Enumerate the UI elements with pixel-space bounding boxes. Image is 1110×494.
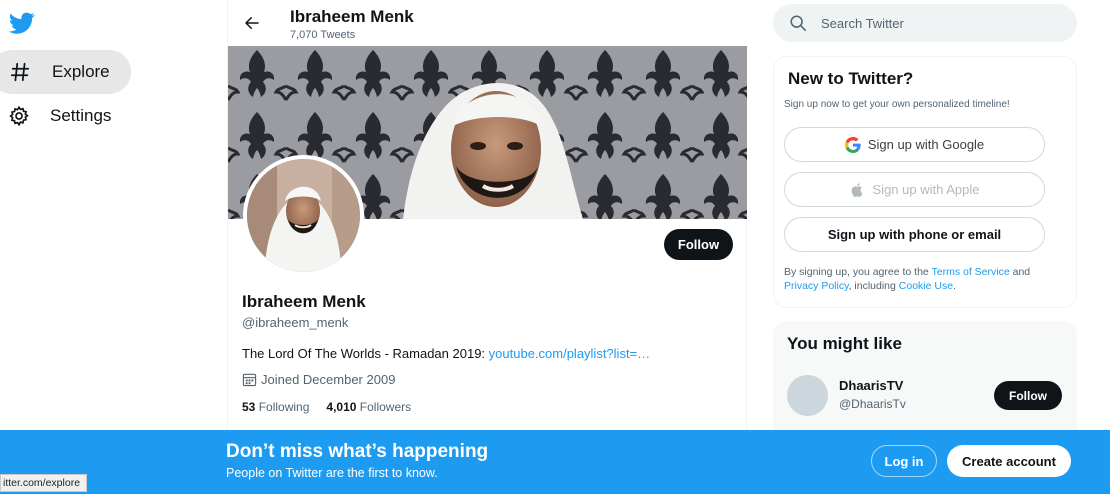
cookie-use-link[interactable]: Cookie Use: [899, 280, 953, 292]
bottom-bar-title: Don’t miss what’s happening: [226, 441, 489, 462]
following-link[interactable]: 53 Following: [242, 400, 309, 414]
terms-of-service-link[interactable]: Terms of Service: [932, 266, 1010, 278]
profile-handle: @ibraheem_menk: [242, 315, 349, 330]
bottom-bar-subtitle: People on Twitter are the first to know.: [226, 466, 438, 480]
profile-name: Ibraheem Menk: [242, 292, 366, 311]
card-title: You might like: [787, 334, 902, 353]
signup-phone-button[interactable]: Sign up with phone or email: [784, 217, 1045, 252]
suggestion-name[interactable]: DhaarisTV: [839, 378, 903, 393]
signup-apple-button[interactable]: Sign up with Apple: [784, 172, 1045, 207]
profile-bio: The Lord Of The Worlds - Ramadan 2019: y…: [242, 346, 650, 361]
followers-label: Followers: [359, 400, 412, 414]
terms-text: , including: [848, 280, 899, 292]
avatar[interactable]: [787, 375, 828, 416]
joined-date: Joined December 2009: [242, 372, 395, 387]
nav-item-explore[interactable]: Explore: [0, 50, 131, 94]
following-label: Following: [258, 400, 310, 414]
signup-apple-label: Sign up with Apple: [872, 182, 980, 197]
browser-status-url: itter.com/explore: [0, 474, 88, 492]
bio-link[interactable]: youtube.com/playlist?list=…: [489, 346, 651, 361]
following-count: 53: [242, 400, 256, 414]
google-icon: [844, 136, 861, 153]
followers-link[interactable]: 4,010 Followers: [326, 400, 411, 414]
right-sidebar: Search Twitter New to Twitter? Sign up n…: [773, 0, 1077, 494]
terms-text: .: [953, 280, 956, 292]
nav-item-settings[interactable]: Settings: [0, 94, 131, 138]
joined-text: Joined December 2009: [261, 372, 396, 387]
search-placeholder: Search Twitter: [821, 15, 904, 31]
header-profile-name: Ibraheem Menk: [290, 7, 414, 26]
follow-suggestion-button[interactable]: Follow: [994, 381, 1062, 410]
followers-count: 4,010: [326, 400, 357, 414]
bio-text: The Lord Of The Worlds - Ramadan 2019:: [242, 346, 489, 361]
profile-column: Ibraheem Menk 7,070 Tweets Follow Ibrahe…: [227, 0, 748, 494]
profile-avatar[interactable]: [243, 155, 364, 276]
card-title: New to Twitter?: [788, 69, 914, 88]
create-account-button[interactable]: Create account: [947, 445, 1071, 477]
left-nav: Explore Settings: [0, 0, 200, 494]
profile-header: Ibraheem Menk 7,070 Tweets: [228, 0, 748, 46]
search-icon: [789, 14, 807, 32]
search-input[interactable]: Search Twitter: [773, 4, 1077, 42]
new-to-twitter-card: New to Twitter? Sign up now to get your …: [773, 56, 1077, 308]
signup-google-button[interactable]: Sign up with Google: [784, 127, 1045, 162]
privacy-policy-link[interactable]: Privacy Policy: [784, 280, 849, 292]
back-arrow-icon[interactable]: [240, 11, 264, 35]
tweet-count: 7,070 Tweets: [290, 29, 356, 41]
terms-text: By signing up, you agree to the: [784, 266, 932, 278]
hashtag-icon: [8, 60, 32, 84]
nav-item-label: Explore: [52, 62, 110, 81]
gear-icon: [8, 104, 30, 128]
signup-google-label: Sign up with Google: [867, 137, 985, 152]
follow-button[interactable]: Follow: [664, 229, 733, 260]
apple-icon: [850, 182, 866, 198]
nav-item-label: Settings: [50, 106, 112, 125]
terms-text: and: [1009, 266, 1031, 278]
signup-terms: By signing up, you agree to the Terms of…: [784, 265, 1064, 293]
login-button[interactable]: Log in: [871, 445, 937, 477]
signup-prompt-bar: Don’t miss what’s happening People on Tw…: [0, 430, 1110, 494]
card-subtitle: Sign up now to get your own personalized…: [784, 99, 1010, 110]
profile-stats: 53 Following 4,010 Followers: [242, 400, 428, 414]
calendar-icon: [242, 372, 257, 387]
twitter-logo-icon[interactable]: [8, 10, 36, 36]
suggestion-handle: @DhaarisTv: [839, 397, 906, 411]
